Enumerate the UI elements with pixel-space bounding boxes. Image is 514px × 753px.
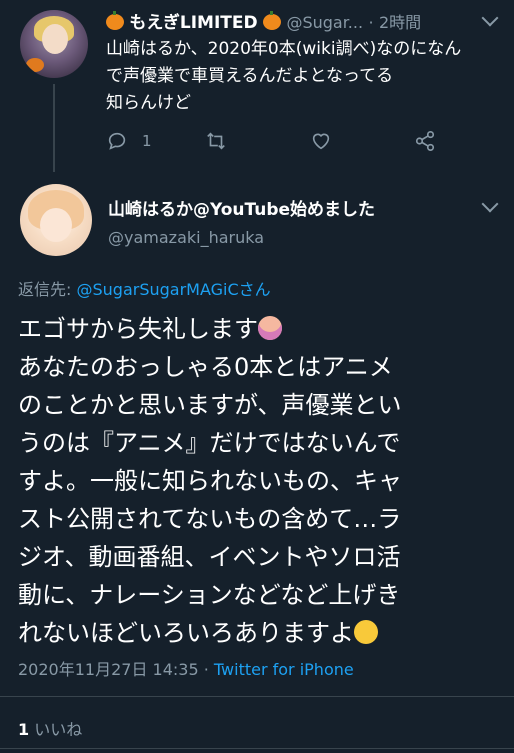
parent-handle[interactable]: @Sugar...: [286, 13, 363, 32]
share-button[interactable]: [414, 128, 436, 154]
share-icon: [415, 131, 435, 151]
tweet-body-line: うのは『アニメ』だけではないんで: [18, 429, 401, 457]
tweet-display-name[interactable]: 山崎はるか@YouTube始めました: [108, 195, 375, 220]
tweet-body-line: れないほどいろいろありますよ: [18, 614, 504, 652]
tweet-body-line: のことかと思いますが、声優業とい: [18, 391, 402, 419]
reply-to-label: 返信先:: [18, 280, 77, 299]
body-text: エゴサから失礼します: [18, 315, 258, 343]
parent-display-name[interactable]: もえぎLIMITED: [129, 13, 257, 33]
reply-button[interactable]: 1: [106, 128, 152, 154]
pumpkin-decoration: [26, 58, 44, 72]
avatar-moegi[interactable]: [20, 10, 88, 78]
tweet-body-line: あなたのおっしゃる0本とはアニメ: [18, 353, 393, 381]
like-icon: [312, 133, 330, 150]
divider: [0, 696, 514, 697]
avatar-yamazaki[interactable]: [20, 184, 92, 256]
reply-count: 1: [142, 132, 152, 150]
like-count: 1: [18, 720, 30, 739]
like-stats[interactable]: 1 いいね: [18, 716, 82, 740]
tweet-body-line: ジオ、動画番組、イベントやソロ活: [18, 543, 401, 571]
tweet-body-line: スト公開されてないもの含めて…ラ: [18, 505, 402, 533]
separator: ·: [368, 13, 374, 32]
reply-icon: [108, 132, 126, 150]
parent-tweet-actions: 1: [106, 128, 446, 156]
pumpkin-emoji-icon: [263, 11, 282, 30]
reply-to-mention[interactable]: @SugarSugarMAGiCさん: [76, 280, 270, 299]
tweet-source[interactable]: Twitter for iPhone: [214, 660, 354, 679]
parent-time[interactable]: 2時間: [379, 13, 421, 32]
avatar-face: [42, 24, 68, 54]
retweet-icon: [207, 132, 225, 150]
tweet-handle[interactable]: @yamazaki_haruka: [108, 228, 264, 247]
tweet-body-line: エゴサから失礼します: [18, 310, 504, 348]
smiling-face-emoji-icon: [354, 620, 378, 644]
parent-text-line: で声優業で車買えるんだよとなってる: [106, 66, 394, 86]
retweet-button[interactable]: [204, 128, 228, 154]
chevron-down-icon[interactable]: [481, 195, 499, 213]
parent-tweet-header: もえぎLIMITED @Sugar... · 2時間: [106, 8, 498, 33]
like-label: いいね: [29, 720, 83, 739]
parent-tweet-text: 山崎はるか、2020年0本(wiki調べ)なのになん で声優業で車買えるんだよと…: [106, 36, 498, 117]
tweet-body: エゴサから失礼します あなたのおっしゃる0本とはアニメ のことかと思いますが、声…: [18, 310, 504, 652]
divider: [0, 748, 514, 749]
pumpkin-emoji-icon: [106, 11, 124, 30]
tweet-meta: 2020年11月27日 14:35 · Twitter for iPhone: [18, 656, 354, 680]
parent-text-line: 知らんけど: [106, 93, 191, 113]
parent-text-line: 山崎はるか、2020年0本(wiki調べ)なのになん: [106, 39, 462, 59]
avatar-face: [40, 208, 72, 242]
body-text: れないほどいろいろありますよ: [18, 619, 354, 647]
tweet-body-line: すよ。一般に知られないもの、キャ: [18, 467, 402, 495]
woman-tipping-hand-emoji-icon: [258, 316, 282, 340]
thread-line: [53, 84, 55, 172]
meta-separator: ·: [198, 660, 214, 679]
tweet-timestamp[interactable]: 2020年11月27日 14:35: [18, 660, 199, 679]
tweet-body-line: 動に、ナレーションなどなど上げき: [18, 581, 401, 609]
like-button[interactable]: [310, 128, 332, 154]
reply-to-line: 返信先: @SugarSugarMAGiCさん: [18, 276, 271, 300]
